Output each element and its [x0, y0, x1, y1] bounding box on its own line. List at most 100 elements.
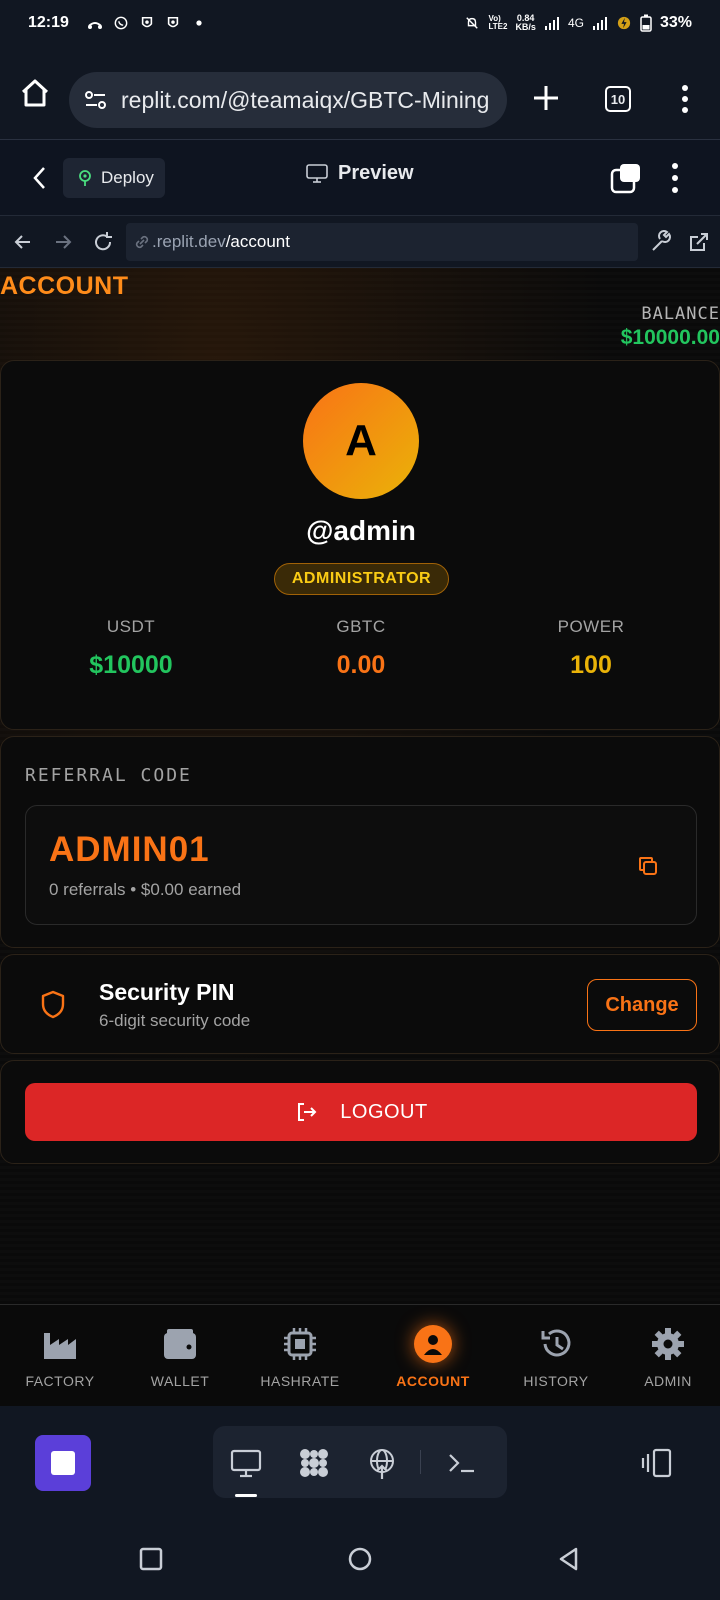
referral-meta: 0 referrals • $0.00 earned	[49, 880, 242, 899]
profile-card: A @admin ADMINISTRATOR USDT $10000 GBTC …	[0, 360, 720, 730]
reload-icon[interactable]	[90, 229, 116, 255]
selected-indicator	[235, 1494, 257, 1497]
app-content: ACCOUNT BALANCE $10000.00 A @admin ADMIN…	[0, 268, 720, 1304]
site-settings-icon[interactable]	[83, 87, 109, 113]
shield-icon	[41, 990, 65, 1019]
signal-icon-2	[592, 17, 607, 30]
battery-percent: 33%	[659, 14, 692, 31]
logout-button[interactable]: LOGOUT	[25, 1083, 697, 1141]
notification-icons	[87, 16, 207, 30]
gear-icon	[652, 1328, 684, 1360]
dock-divider	[420, 1450, 421, 1474]
user-circle-icon	[414, 1325, 452, 1363]
status-bar: 12:19 Vo) LTE2 0.84 KB/s 4G 33%	[0, 0, 720, 46]
shield-notification-icon-2	[167, 16, 179, 28]
external-link-icon[interactable]	[686, 229, 712, 255]
webview-nav: .replit.dev/account	[0, 216, 720, 268]
stat-value: 0.00	[336, 651, 386, 679]
tab-switcher-button[interactable]: 10	[605, 86, 631, 112]
terminal-icon[interactable]	[445, 1446, 479, 1480]
dot-icon	[196, 20, 202, 26]
whatsapp-icon	[114, 16, 128, 30]
dock-tools	[213, 1426, 507, 1498]
new-tab-icon[interactable]	[530, 82, 562, 114]
balance-label: BALANCE	[641, 304, 720, 324]
tab-label: FACTORY	[25, 1373, 95, 1389]
new-window-icon[interactable]	[610, 162, 642, 194]
android-nav-bar	[0, 1522, 720, 1600]
url-path: /account	[225, 232, 290, 251]
status-time: 12:19	[28, 14, 69, 31]
tab-label: ACCOUNT	[396, 1373, 470, 1389]
url-text: replit.com/@teamaiqx/GBTC-Mining	[121, 86, 490, 113]
net-speed: 0.84 KB/s	[515, 13, 536, 32]
preview-tab[interactable]: Preview	[306, 162, 414, 185]
tab-label: WALLET	[150, 1373, 210, 1389]
globe-upload-icon[interactable]	[365, 1446, 399, 1480]
home-circle-icon[interactable]	[347, 1546, 373, 1572]
referral-label: REFERRAL CODE	[25, 765, 192, 786]
system-status: Vo) LTE2 0.84 KB/s 4G 33%	[464, 14, 692, 32]
referral-box: ADMIN01 0 referrals • $0.00 earned	[25, 805, 697, 925]
battery-saver-icon	[617, 16, 631, 30]
more-options-icon[interactable]	[670, 162, 680, 194]
logout-label: LOGOUT	[340, 1100, 428, 1123]
preview-label: Preview	[338, 162, 414, 184]
stat-label: POWER	[557, 617, 625, 636]
tab-label: ADMIN	[644, 1373, 692, 1389]
tab-account[interactable]: ACCOUNT	[373, 1325, 493, 1389]
stop-button[interactable]	[35, 1435, 91, 1491]
link-icon	[135, 235, 149, 249]
logout-icon	[298, 1103, 317, 1121]
deploy-button[interactable]: Deploy	[63, 158, 165, 198]
tab-label: HASHRATE	[260, 1373, 340, 1389]
logout-card: LOGOUT	[0, 1060, 720, 1164]
factory-icon	[44, 1333, 76, 1359]
change-pin-button[interactable]: Change	[587, 979, 697, 1031]
username: @admin	[306, 515, 416, 546]
signal-icon	[544, 17, 559, 30]
tab-history[interactable]: HISTORY	[496, 1325, 616, 1389]
tab-factory[interactable]: FACTORY	[0, 1325, 120, 1389]
arrow-left-icon[interactable]	[10, 229, 36, 255]
bottom-tab-bar: FACTORY WALLET HASHRATE ACCOUNT HISTORY …	[0, 1304, 720, 1406]
stop-icon	[51, 1451, 75, 1475]
balance-value: $10000.00	[620, 326, 720, 349]
back-triangle-icon[interactable]	[556, 1546, 582, 1572]
stat-gbtc: GBTC 0.00	[261, 617, 461, 680]
tab-label: HISTORY	[523, 1373, 589, 1389]
history-icon	[541, 1329, 571, 1357]
referral-code: ADMIN01	[49, 830, 210, 869]
deploy-label: Deploy	[101, 168, 154, 187]
stat-label: GBTC	[336, 617, 386, 636]
wrench-icon[interactable]	[648, 229, 674, 255]
page-title: ACCOUNT	[0, 272, 129, 300]
security-title: Security PIN	[99, 979, 235, 1005]
webview-url[interactable]: .replit.dev/account	[126, 223, 638, 261]
recents-icon[interactable]	[138, 1546, 164, 1572]
home-icon[interactable]	[18, 76, 52, 110]
mute-bell-icon	[466, 17, 479, 29]
stat-value: 100	[570, 651, 612, 679]
monitor-icon	[306, 163, 328, 183]
panels-icon[interactable]	[640, 1446, 674, 1480]
network-type: 4G	[567, 16, 584, 30]
monitor-icon[interactable]	[229, 1446, 263, 1480]
replit-toolbar: Deploy Preview	[0, 140, 720, 216]
battery-icon	[640, 14, 652, 32]
arrow-right-icon[interactable]	[50, 229, 76, 255]
browser-menu-icon[interactable]	[680, 84, 690, 114]
url-bar[interactable]: replit.com/@teamaiqx/GBTC-Mining	[69, 72, 507, 128]
back-chevron-icon[interactable]	[30, 164, 50, 192]
wallet-icon	[164, 1329, 196, 1359]
stat-label: USDT	[106, 617, 156, 636]
security-card: Security PIN 6-digit security code Chang…	[0, 954, 720, 1054]
tab-hashrate[interactable]: HASHRATE	[240, 1325, 360, 1389]
tab-wallet[interactable]: WALLET	[120, 1325, 240, 1389]
copy-icon[interactable]	[636, 854, 660, 878]
volte-badge: Vo) LTE2	[488, 14, 508, 31]
stat-value: $10000	[89, 651, 173, 679]
agent-icon[interactable]	[297, 1446, 331, 1480]
tab-admin[interactable]: ADMIN	[608, 1325, 720, 1389]
browser-toolbar: replit.com/@teamaiqx/GBTC-Mining 10	[0, 46, 720, 140]
